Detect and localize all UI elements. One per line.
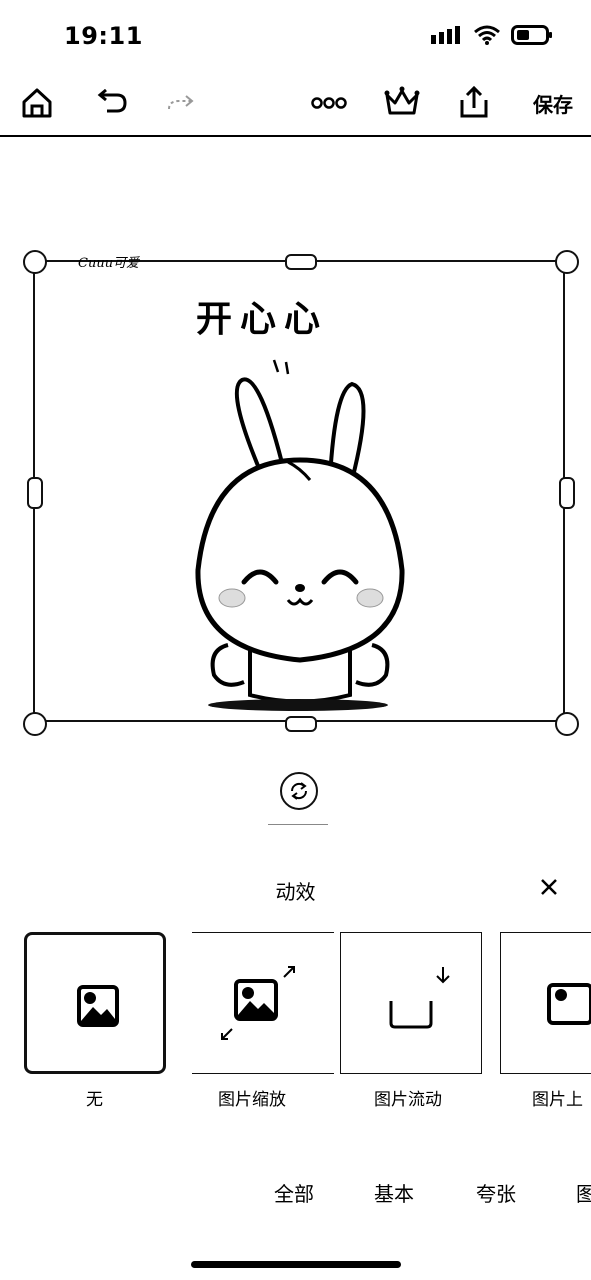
more-button[interactable] (308, 86, 350, 120)
effect-label-zoom: 图片缩放 (218, 1090, 286, 1110)
home-icon (22, 88, 52, 118)
rotate-icon (290, 782, 308, 800)
undo-button[interactable] (92, 84, 130, 122)
image-flow-icon (389, 967, 450, 1029)
save-button[interactable]: 保存 (526, 86, 580, 120)
signal-icon (431, 26, 460, 44)
home-button[interactable] (18, 84, 56, 122)
more-icon (311, 97, 347, 109)
resize-handle-top-left[interactable] (23, 250, 47, 274)
battery-icon (511, 25, 552, 45)
status-icons (429, 24, 553, 46)
bunny-illustration (195, 359, 405, 711)
status-time: 19:11 (64, 22, 143, 50)
effect-tile-flow[interactable] (340, 932, 482, 1074)
resize-handle-top[interactable] (285, 254, 317, 270)
redo-icon (168, 95, 194, 110)
share-icon (460, 85, 488, 118)
effect-label-up: 图片上 (532, 1090, 583, 1110)
effect-tile-zoom[interactable] (192, 932, 334, 1074)
share-button[interactable] (454, 82, 494, 122)
resize-handle-top-right[interactable] (555, 250, 579, 274)
close-icon (541, 879, 557, 895)
wifi-icon (474, 25, 500, 45)
image-icon (77, 985, 119, 1027)
toolbar-divider (0, 135, 591, 137)
category-tab-all[interactable]: 全部 (274, 1178, 314, 1207)
artwork-watermark: Cuuu可爱 (78, 256, 140, 271)
undo-icon (97, 89, 127, 113)
artwork-title-text: 开心心 (196, 299, 329, 340)
category-tab-basic[interactable]: 基本 (374, 1178, 414, 1207)
resize-handle-right[interactable] (559, 477, 575, 509)
category-tab-exaggerated[interactable]: 夸张 (476, 1178, 516, 1207)
resize-handle-bottom-right[interactable] (555, 712, 579, 736)
effect-label-flow: 图片流动 (374, 1090, 442, 1110)
category-tab-image[interactable]: 图 (576, 1178, 591, 1207)
redo-button[interactable] (162, 84, 200, 122)
image-zoom-icon (221, 966, 295, 1040)
rotate-underline (268, 824, 328, 825)
effect-label-none: 无 (86, 1090, 103, 1110)
premium-button[interactable] (382, 82, 422, 122)
editor-toolbar: 保存 (0, 80, 591, 126)
effect-tile-up[interactable] (500, 932, 591, 1074)
effect-tile-none[interactable] (24, 932, 166, 1074)
rotate-button[interactable] (280, 772, 318, 810)
resize-handle-left[interactable] (27, 477, 43, 509)
resize-handle-bottom-left[interactable] (23, 712, 47, 736)
close-button[interactable] (536, 874, 562, 900)
effects-row (24, 932, 591, 1082)
image-up-icon (547, 983, 591, 1025)
home-indicator[interactable] (191, 1261, 401, 1268)
crown-icon (384, 86, 420, 115)
panel-title: 动效 (275, 880, 316, 904)
